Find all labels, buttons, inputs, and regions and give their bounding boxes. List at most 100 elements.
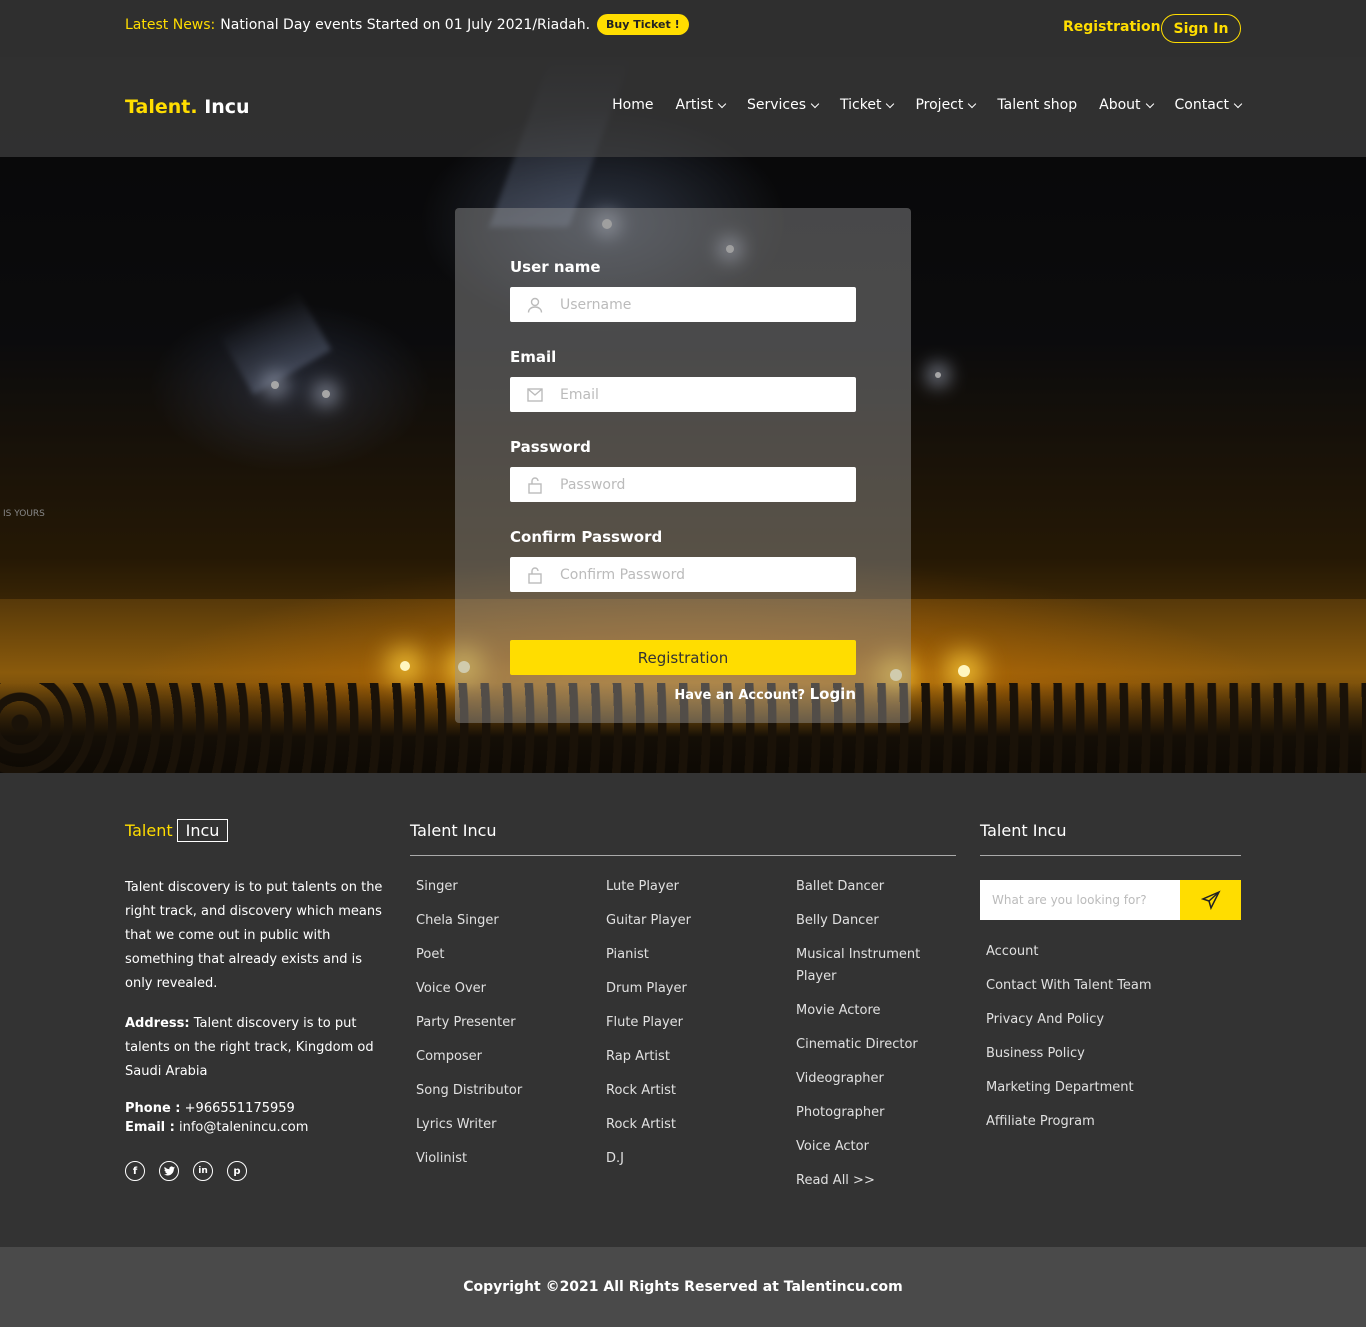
footer-link[interactable]: D.J xyxy=(606,1148,691,1170)
twitter-icon[interactable] xyxy=(159,1161,179,1181)
nav-services[interactable]: Services xyxy=(747,97,820,113)
footer-link[interactable]: Ballet Dancer xyxy=(796,876,936,898)
send-button[interactable] xyxy=(1180,880,1241,920)
footer-address: Address: Talent discovery is to put tale… xyxy=(125,1012,385,1084)
footer-link[interactable]: Chela Singer xyxy=(416,910,522,932)
registration-link[interactable]: Registration xyxy=(1063,19,1161,35)
footer-link[interactable]: Party Presenter xyxy=(416,1012,522,1034)
facebook-icon[interactable]: f xyxy=(125,1161,145,1181)
nav-label: Ticket xyxy=(840,97,882,113)
have-account: Have an Account? Login xyxy=(674,685,856,703)
login-link[interactable]: Login xyxy=(810,685,856,703)
footer-contact: Phone : +966551175959 Email : info@talen… xyxy=(125,1099,308,1137)
chevron-down-icon xyxy=(886,99,895,108)
footer-link[interactable]: Lyrics Writer xyxy=(416,1114,522,1136)
footer-link[interactable]: Violinist xyxy=(416,1148,522,1170)
footer-link[interactable]: Guitar Player xyxy=(606,910,691,932)
footer-about: Talent discovery is to put talents on th… xyxy=(125,880,383,991)
top-bar: Latest News: National Day events Started… xyxy=(0,0,1366,57)
footer-link[interactable]: Song Distributor xyxy=(416,1080,522,1102)
site-logo[interactable]: Talent. Incu xyxy=(125,96,250,118)
linkedin-icon[interactable]: in xyxy=(193,1161,213,1181)
footer-link[interactable]: Business Policy xyxy=(986,1043,1152,1065)
nav-project[interactable]: Project xyxy=(915,97,977,113)
read-all-link[interactable]: Read All >> xyxy=(796,1170,936,1192)
footer-link[interactable]: Pianist xyxy=(606,944,691,966)
social-links: f in p xyxy=(125,1161,247,1181)
envelope-icon xyxy=(510,377,560,412)
nav-label: About xyxy=(1099,97,1141,113)
footer-links-col-a: Singer Chela Singer Poet Voice Over Part… xyxy=(416,876,522,1182)
footer-link[interactable]: Videographer xyxy=(796,1068,936,1090)
footer-links-col-c: Ballet Dancer Belly Dancer Musical Instr… xyxy=(796,876,936,1204)
footer-link[interactable]: Affiliate Program xyxy=(986,1111,1152,1133)
email-value[interactable]: info@talenincu.com xyxy=(179,1120,308,1135)
footer-link[interactable]: Composer xyxy=(416,1046,522,1068)
footer-link[interactable]: Poet xyxy=(416,944,522,966)
latest-news: Latest News: National Day events Started… xyxy=(125,14,689,35)
have-account-text: Have an Account? xyxy=(674,688,806,703)
footer-link[interactable]: Account xyxy=(986,941,1152,963)
header: Talent. Incu Home Artist Services Ticket… xyxy=(0,57,1366,157)
footer-link[interactable]: Lute Player xyxy=(606,876,691,898)
footer-link[interactable]: Cinematic Director xyxy=(796,1034,936,1056)
phone-value[interactable]: +966551175959 xyxy=(185,1101,295,1116)
footer-link[interactable]: Photographer xyxy=(796,1102,936,1124)
footer-logo[interactable]: Talent Incu xyxy=(125,819,229,842)
footer-link[interactable]: Rock Artist xyxy=(606,1114,691,1136)
footer-link[interactable]: Voice Over xyxy=(416,978,522,1000)
footer-link[interactable]: Marketing Department xyxy=(986,1077,1152,1099)
nav-home[interactable]: Home xyxy=(612,97,653,113)
address-label: Address: xyxy=(125,1016,190,1031)
logo-part2: Incu xyxy=(204,96,250,118)
chevron-down-icon xyxy=(717,99,727,108)
password-field[interactable] xyxy=(510,467,856,502)
footer-link[interactable]: Musical Instrument Player xyxy=(796,944,936,988)
username-label: User name xyxy=(510,258,601,276)
news-text[interactable]: National Day events Started on 01 July 2… xyxy=(220,17,590,33)
nav-about[interactable]: About xyxy=(1099,97,1154,113)
username-input[interactable] xyxy=(560,296,840,313)
footer-link[interactable]: Singer xyxy=(416,876,522,898)
username-field[interactable] xyxy=(510,287,856,322)
nav-talent-shop[interactable]: Talent shop xyxy=(997,97,1077,113)
pinterest-icon[interactable]: p xyxy=(227,1161,247,1181)
footer-links-col-b: Lute Player Guitar Player Pianist Drum P… xyxy=(606,876,691,1182)
main-nav: Home Artist Services Ticket Project Tale… xyxy=(612,97,1243,113)
footer-link[interactable]: Belly Dancer xyxy=(796,910,936,932)
footer-link[interactable]: Flute Player xyxy=(606,1012,691,1034)
email-label: Email xyxy=(510,348,557,366)
registration-submit-button[interactable]: Registration xyxy=(510,640,856,675)
footer-link[interactable]: Contact With Talent Team xyxy=(986,975,1152,997)
nav-artist[interactable]: Artist xyxy=(675,97,727,113)
footer-link[interactable]: Rap Artist xyxy=(606,1046,691,1068)
nav-label: Artist xyxy=(675,97,714,113)
footer-info-links: Account Contact With Talent Team Privacy… xyxy=(986,941,1152,1145)
confirm-password-input[interactable] xyxy=(560,566,840,583)
footer-link[interactable]: Privacy And Policy xyxy=(986,1009,1152,1031)
confirm-password-label: Confirm Password xyxy=(510,528,663,546)
email-field[interactable] xyxy=(510,377,856,412)
buy-ticket-button[interactable]: Buy Ticket ! xyxy=(597,14,689,35)
footer-link[interactable]: Rock Artist xyxy=(606,1080,691,1102)
password-input[interactable] xyxy=(560,476,840,493)
nav-label: Talent shop xyxy=(997,97,1078,113)
footer-search-input[interactable] xyxy=(980,880,1180,920)
footer-link[interactable]: Movie Actore xyxy=(796,1000,936,1022)
chevron-down-icon xyxy=(968,99,977,108)
password-label: Password xyxy=(510,438,591,456)
email-input[interactable] xyxy=(560,386,840,403)
copyright-bar: Copyright ©2021 All Rights Reserved at T… xyxy=(0,1247,1366,1327)
footer-link[interactable]: Drum Player xyxy=(606,978,691,1000)
email-label: Email : xyxy=(125,1120,175,1135)
phone-row: Phone : +966551175959 xyxy=(125,1099,308,1118)
sign-in-button[interactable]: Sign In xyxy=(1161,14,1241,43)
nav-contact[interactable]: Contact xyxy=(1175,97,1243,113)
hero-section: IS YOURS Talent. Incu Home Artist Servic… xyxy=(0,57,1366,773)
info-column-title: Talent Incu xyxy=(980,821,1067,840)
email-row: Email : info@talenincu.com xyxy=(125,1118,308,1137)
confirm-password-field[interactable] xyxy=(510,557,856,592)
footer-link[interactable]: Voice Actor xyxy=(796,1136,936,1158)
nav-label: Project xyxy=(915,97,964,113)
nav-ticket[interactable]: Ticket xyxy=(840,97,895,113)
